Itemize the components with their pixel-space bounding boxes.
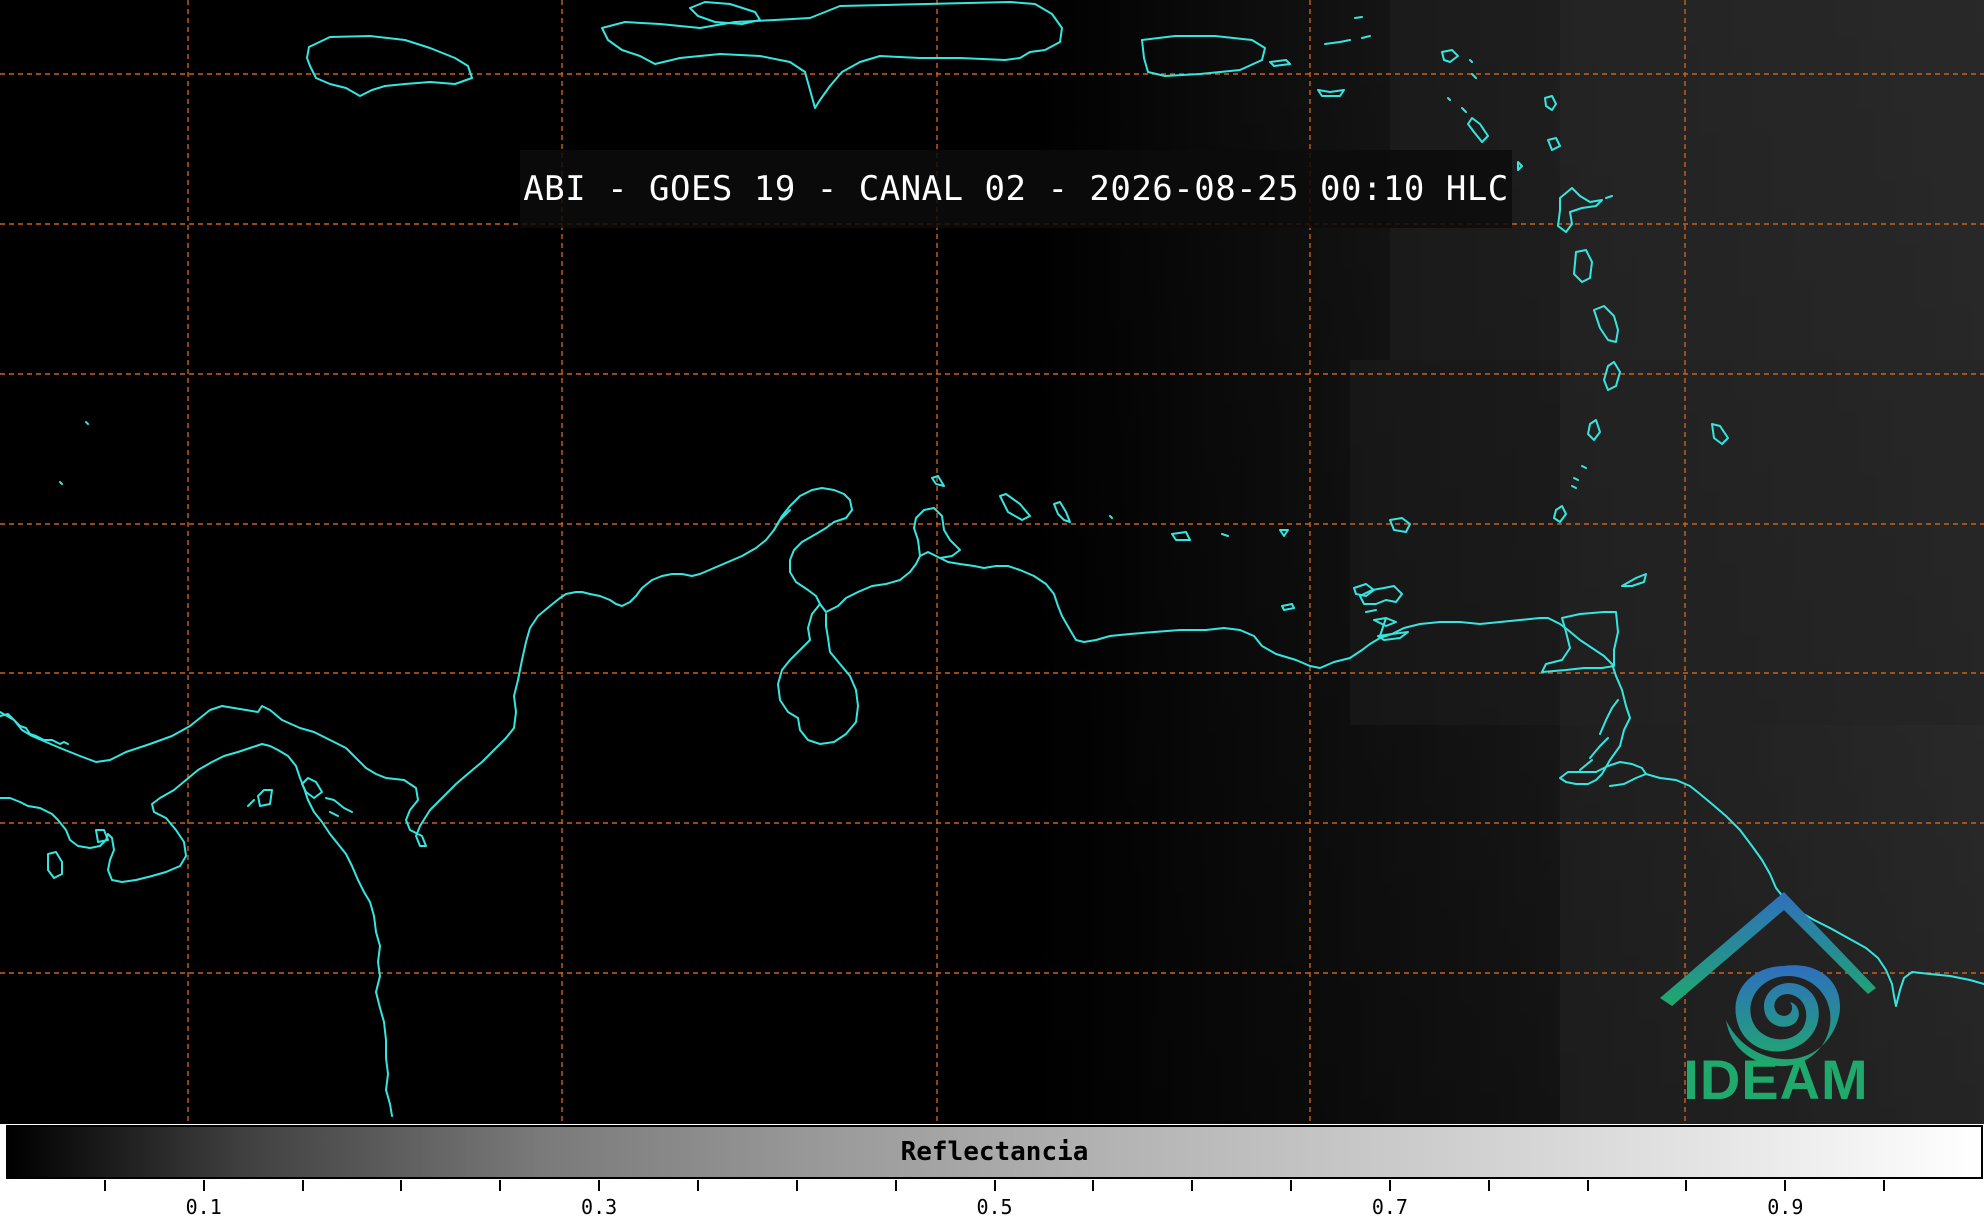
colorbar-tick xyxy=(103,1180,106,1191)
colorbar-tick xyxy=(1388,1180,1391,1191)
colorbar-tick xyxy=(1784,1180,1787,1191)
colorbar-tick xyxy=(1092,1180,1095,1191)
colorbar-tick xyxy=(894,1180,897,1191)
colorbar-tick xyxy=(1191,1180,1194,1191)
colorbar-tick xyxy=(202,1180,205,1191)
colorbar-tick xyxy=(1685,1180,1688,1191)
map-title: ABI - GOES 19 - CANAL 02 - 2026-08-25 00… xyxy=(523,169,1509,209)
colorbar-tick xyxy=(301,1180,304,1191)
colorbar-tick xyxy=(1290,1180,1293,1191)
colorbar-tick-label: 0.7 xyxy=(1371,1195,1408,1219)
colorbar-tick xyxy=(1487,1180,1490,1191)
ideam-logo-text: IDEAM xyxy=(1683,1048,1869,1111)
title-box: ABI - GOES 19 - CANAL 02 - 2026-08-25 00… xyxy=(520,150,1512,228)
colorbar-ticks: 0.1 0.3 0.5 0.7 0.9 xyxy=(0,1180,1984,1222)
colorbar-tick xyxy=(598,1180,601,1191)
logo-roof xyxy=(1660,892,1876,1006)
colorbar-tick xyxy=(1883,1180,1886,1191)
colorbar-tick-label: 0.5 xyxy=(976,1195,1013,1219)
colorbar-tick xyxy=(795,1180,798,1191)
colorbar-tick xyxy=(993,1180,996,1191)
colorbar-tick-label: 0.3 xyxy=(581,1195,618,1219)
colorbar-tick-label: 0.9 xyxy=(1767,1195,1804,1219)
colorbar-tick xyxy=(1586,1180,1589,1191)
colorbar: Reflectancia xyxy=(6,1125,1983,1179)
colorbar-tick xyxy=(499,1180,502,1191)
colorbar-tick xyxy=(400,1180,403,1191)
satellite-map: ABI - GOES 19 - CANAL 02 - 2026-08-25 00… xyxy=(0,0,1984,1124)
colorbar-label: Reflectancia xyxy=(900,1137,1089,1167)
colorbar-tick xyxy=(696,1180,699,1191)
colorbar-tick-label: 0.1 xyxy=(185,1195,222,1219)
